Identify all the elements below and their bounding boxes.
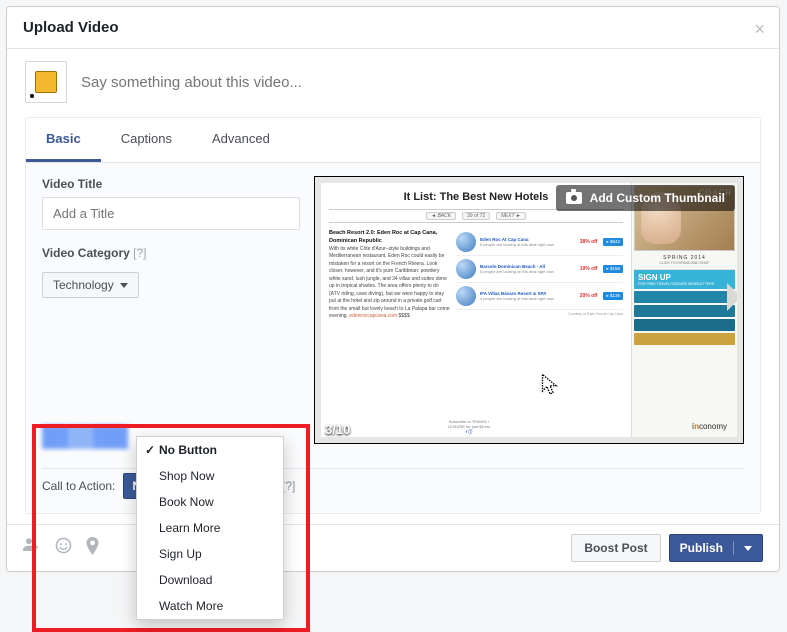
emoji-icon[interactable] <box>55 537 72 560</box>
add-custom-thumbnail-button[interactable]: Add Custom Thumbnail <box>556 185 735 211</box>
composer-row <box>7 49 779 117</box>
cta-label: Call to Action: <box>42 479 115 493</box>
cta-option-book-now[interactable]: Book Now <box>137 489 283 515</box>
dialog-header: Upload Video × <box>7 7 779 49</box>
video-thumbnail-preview: It List: The Best New Hotels ◄ BACK 39 o… <box>314 176 744 444</box>
page-avatar <box>25 61 67 103</box>
cta-dropdown-menu: ✓No Button Shop Now Book Now Learn More … <box>136 436 284 620</box>
chevron-down-icon <box>120 283 128 288</box>
tag-people-icon[interactable] <box>23 537 41 560</box>
post-text-input[interactable] <box>79 73 761 92</box>
help-icon[interactable]: [?] <box>282 479 295 493</box>
cta-option-download[interactable]: Download <box>137 567 283 593</box>
tab-advanced[interactable]: Advanced <box>192 118 290 162</box>
video-title-label: Video Title <box>42 177 300 191</box>
content-panel: Basic Captions Advanced Video Title Vide… <box>25 117 761 514</box>
dialog-footer: Boost Post Publish <box>7 524 779 571</box>
cta-option-sign-up[interactable]: Sign Up <box>137 541 283 567</box>
thumbnail-content: It List: The Best New Hotels ◄ BACK 39 o… <box>321 183 737 437</box>
video-category-label: Video Category [?] <box>42 246 300 260</box>
location-icon[interactable] <box>86 537 99 560</box>
mock-pager: ◄ BACK 39 of 72 NEXT ► <box>329 209 623 223</box>
tab-captions[interactable]: Captions <box>101 118 192 162</box>
cta-option-learn-more[interactable]: Learn More <box>137 515 283 541</box>
watermark: ínconomy <box>692 422 727 431</box>
camera-icon <box>566 192 582 204</box>
boost-post-button[interactable]: Boost Post <box>571 534 660 562</box>
close-icon[interactable]: × <box>754 19 765 40</box>
basic-form: Video Title Video Category [?] Technolog… <box>26 163 316 312</box>
tab-basic[interactable]: Basic <box>26 118 101 162</box>
cta-option-watch-more[interactable]: Watch More <box>137 593 283 619</box>
upload-video-dialog: Upload Video × Basic Captions Advanced V… <box>6 6 780 572</box>
cta-option-shop-now[interactable]: Shop Now <box>137 463 283 489</box>
help-icon[interactable]: [?] <box>133 246 146 260</box>
redacted-region <box>42 425 128 449</box>
thumbnail-page-counter: 3/10 <box>325 422 350 437</box>
publish-button[interactable]: Publish <box>669 534 763 562</box>
cursor-icon <box>541 373 559 397</box>
video-title-input[interactable] <box>42 197 300 230</box>
tabs: Basic Captions Advanced <box>26 118 760 163</box>
cta-option-no-button[interactable]: ✓No Button <box>137 437 283 463</box>
video-category-dropdown[interactable]: Technology <box>42 272 139 298</box>
chevron-down-icon <box>744 546 752 551</box>
dialog-title: Upload Video <box>23 19 119 36</box>
